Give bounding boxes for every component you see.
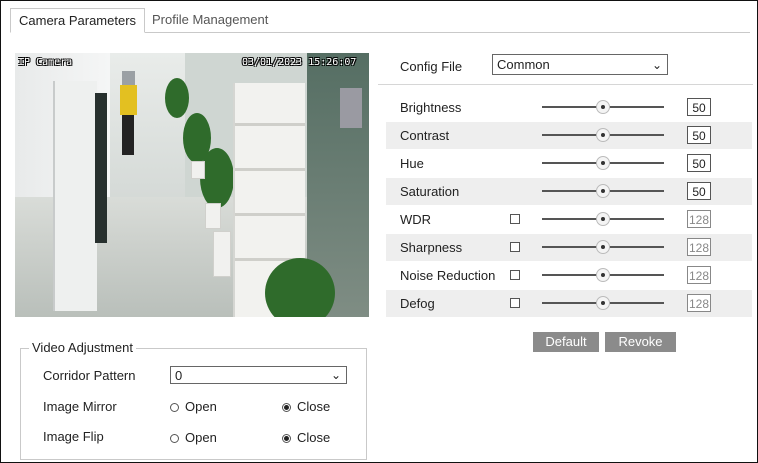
config-file-select[interactable]: Common ⌄ bbox=[492, 54, 668, 75]
divider bbox=[378, 84, 753, 85]
param-row-hue: Hue 50 bbox=[386, 150, 752, 177]
radio-icon bbox=[170, 403, 179, 412]
param-slider-thumb[interactable] bbox=[596, 296, 610, 310]
radio-selected-icon bbox=[282, 434, 291, 443]
param-slider-thumb[interactable] bbox=[596, 240, 610, 254]
corridor-pattern-select[interactable]: 0 ⌄ bbox=[170, 366, 347, 384]
param-slider-thumb[interactable] bbox=[596, 184, 610, 198]
tab-camera-parameters[interactable]: Camera Parameters bbox=[10, 8, 146, 33]
param-row-sharpness: Sharpness 128 bbox=[386, 234, 752, 261]
param-label: Sharpness bbox=[400, 240, 463, 255]
chevron-down-icon: ⌄ bbox=[651, 58, 662, 72]
param-slider-thumb[interactable] bbox=[596, 268, 610, 282]
param-row-saturation: Saturation 50 bbox=[386, 178, 752, 205]
chevron-down-icon: ⌄ bbox=[330, 368, 341, 382]
osd-datetime: 03/01/2023 15:26:07 bbox=[242, 57, 357, 68]
param-label: WDR bbox=[400, 212, 432, 227]
image-flip-open-radio[interactable]: Open bbox=[170, 430, 217, 445]
param-row-brightness: Brightness 50 bbox=[386, 94, 752, 121]
person-figure bbox=[118, 71, 138, 161]
tab-profile-management[interactable]: Profile Management bbox=[144, 10, 276, 30]
osd-camera-name: IP Camera bbox=[18, 57, 73, 68]
param-slider-thumb[interactable] bbox=[596, 212, 610, 226]
image-mirror-close-radio[interactable]: Close bbox=[282, 399, 330, 414]
param-slider-thumb[interactable] bbox=[596, 128, 610, 142]
param-slider-thumb[interactable] bbox=[596, 156, 610, 170]
param-value-input[interactable]: 128 bbox=[687, 294, 711, 312]
revoke-button[interactable]: Revoke bbox=[605, 332, 676, 352]
param-value-input[interactable]: 128 bbox=[687, 238, 711, 256]
image-mirror-label: Image Mirror bbox=[43, 399, 117, 414]
config-file-label: Config File bbox=[400, 59, 463, 74]
image-flip-close-radio[interactable]: Close bbox=[282, 430, 330, 445]
param-row-defog: Defog 128 bbox=[386, 290, 752, 317]
corridor-pattern-label: Corridor Pattern bbox=[43, 368, 136, 383]
param-label: Defog bbox=[400, 296, 435, 311]
param-row-contrast: Contrast 50 bbox=[386, 122, 752, 149]
param-row-wdr: WDR 128 bbox=[386, 206, 752, 233]
param-label: Brightness bbox=[400, 100, 462, 115]
radio-selected-icon bbox=[282, 403, 291, 412]
param-value-input[interactable]: 128 bbox=[687, 266, 711, 284]
param-slider-thumb[interactable] bbox=[596, 100, 610, 114]
radio-icon bbox=[170, 434, 179, 443]
param-label: Hue bbox=[400, 156, 424, 171]
tab-bar: Camera Parameters Profile Management bbox=[10, 8, 750, 33]
param-value-input[interactable]: 50 bbox=[687, 98, 711, 116]
param-value-input[interactable]: 128 bbox=[687, 210, 711, 228]
param-value-input[interactable]: 50 bbox=[687, 154, 711, 172]
param-label: Saturation bbox=[400, 184, 460, 199]
video-preview[interactable]: IP Camera 03/01/2023 15:26:07 bbox=[15, 53, 369, 317]
param-enable-checkbox[interactable] bbox=[510, 242, 520, 252]
default-button[interactable]: Default bbox=[533, 332, 599, 352]
param-enable-checkbox[interactable] bbox=[510, 270, 520, 280]
param-value-input[interactable]: 50 bbox=[687, 182, 711, 200]
param-label: Contrast bbox=[400, 128, 450, 143]
image-mirror-open-radio[interactable]: Open bbox=[170, 399, 217, 414]
param-label: Noise Reduction bbox=[400, 268, 496, 283]
param-value-input[interactable]: 50 bbox=[687, 126, 711, 144]
image-flip-label: Image Flip bbox=[43, 429, 104, 444]
param-row-noise-reduction: Noise Reduction 128 bbox=[386, 262, 752, 289]
param-enable-checkbox[interactable] bbox=[510, 214, 520, 224]
param-enable-checkbox[interactable] bbox=[510, 298, 520, 308]
video-adjustment-legend: Video Adjustment bbox=[29, 340, 136, 355]
